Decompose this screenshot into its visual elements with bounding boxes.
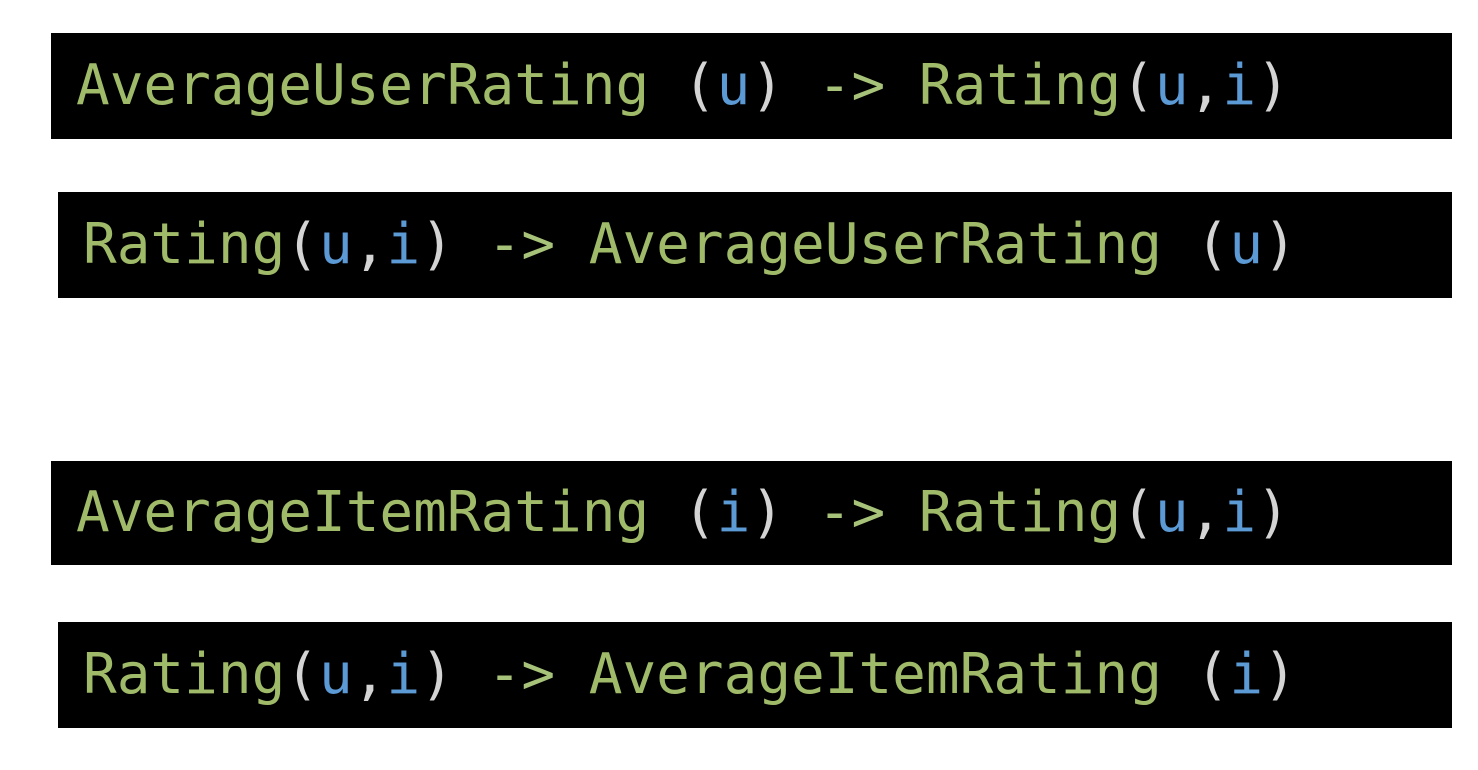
code-token-punctuation: ) (1263, 212, 1297, 277)
code-token-punctuation: ) (1256, 480, 1290, 545)
code-token-punctuation: ( (682, 53, 717, 118)
code-token-punctuation: ( (285, 212, 320, 277)
code-slide: AverageUserRating (u) -> Rating(u, i) Rat… (0, 0, 1478, 770)
code-token-variable: i (716, 480, 751, 545)
code-token-identifier: Rating (83, 212, 286, 277)
code-token-punctuation: ) (420, 642, 454, 707)
code-token-identifier: AverageItemRating (76, 480, 683, 545)
code-token-identifier: Rating (918, 480, 1122, 545)
code-line-rating-to-average-user: Rating(u, i) -> AverageUserRating (u) (58, 192, 1452, 298)
code-token-variable: u (1154, 480, 1189, 545)
code-token-punctuation: , (1188, 53, 1223, 118)
code-token-variable: i (386, 642, 421, 707)
code-line-rating-to-average-item: Rating(u, i) -> AverageItemRating (i) (58, 622, 1452, 728)
code-token-variable: u (319, 642, 353, 707)
code-token-punctuation: ( (1121, 53, 1155, 118)
code-token-variable: i (1222, 53, 1257, 118)
code-token-punctuation: ) (1256, 53, 1290, 118)
code-token-arrow-operator: -> (453, 642, 589, 707)
code-token-identifier: Rating (918, 53, 1122, 118)
code-token-punctuation: ) (420, 212, 454, 277)
code-token-punctuation: ( (682, 480, 717, 545)
code-line-average-item-to-rating: AverageItemRating (i) -> Rating(u, i) (51, 461, 1452, 565)
code-token-punctuation: ( (1121, 480, 1155, 545)
code-token-variable: u (1229, 212, 1264, 277)
code-token-identifier: AverageUserRating (76, 53, 683, 118)
code-token-arrow-operator: -> (784, 480, 919, 545)
code-token-punctuation: ) (1263, 642, 1297, 707)
code-line-average-user-to-rating: AverageUserRating (u) -> Rating(u, i) (51, 33, 1452, 139)
code-token-variable: i (386, 212, 421, 277)
code-token-variable: u (1154, 53, 1189, 118)
code-token-arrow-operator: -> (453, 212, 589, 277)
code-token-punctuation: , (352, 642, 387, 707)
code-token-punctuation: , (1188, 480, 1223, 545)
code-token-punctuation: ) (750, 480, 785, 545)
code-token-punctuation: ( (285, 642, 320, 707)
code-token-punctuation: , (352, 212, 387, 277)
code-token-identifier: AverageUserRating (588, 212, 1196, 277)
code-token-punctuation: ) (750, 53, 785, 118)
code-token-variable: u (716, 53, 751, 118)
code-token-variable: i (1229, 642, 1264, 707)
code-token-variable: i (1222, 480, 1257, 545)
code-token-identifier: Rating (83, 642, 286, 707)
code-token-identifier: AverageItemRating (588, 642, 1196, 707)
code-token-arrow-operator: -> (784, 53, 919, 118)
code-token-punctuation: ( (1195, 642, 1230, 707)
code-token-punctuation: ( (1195, 212, 1230, 277)
code-token-variable: u (319, 212, 353, 277)
